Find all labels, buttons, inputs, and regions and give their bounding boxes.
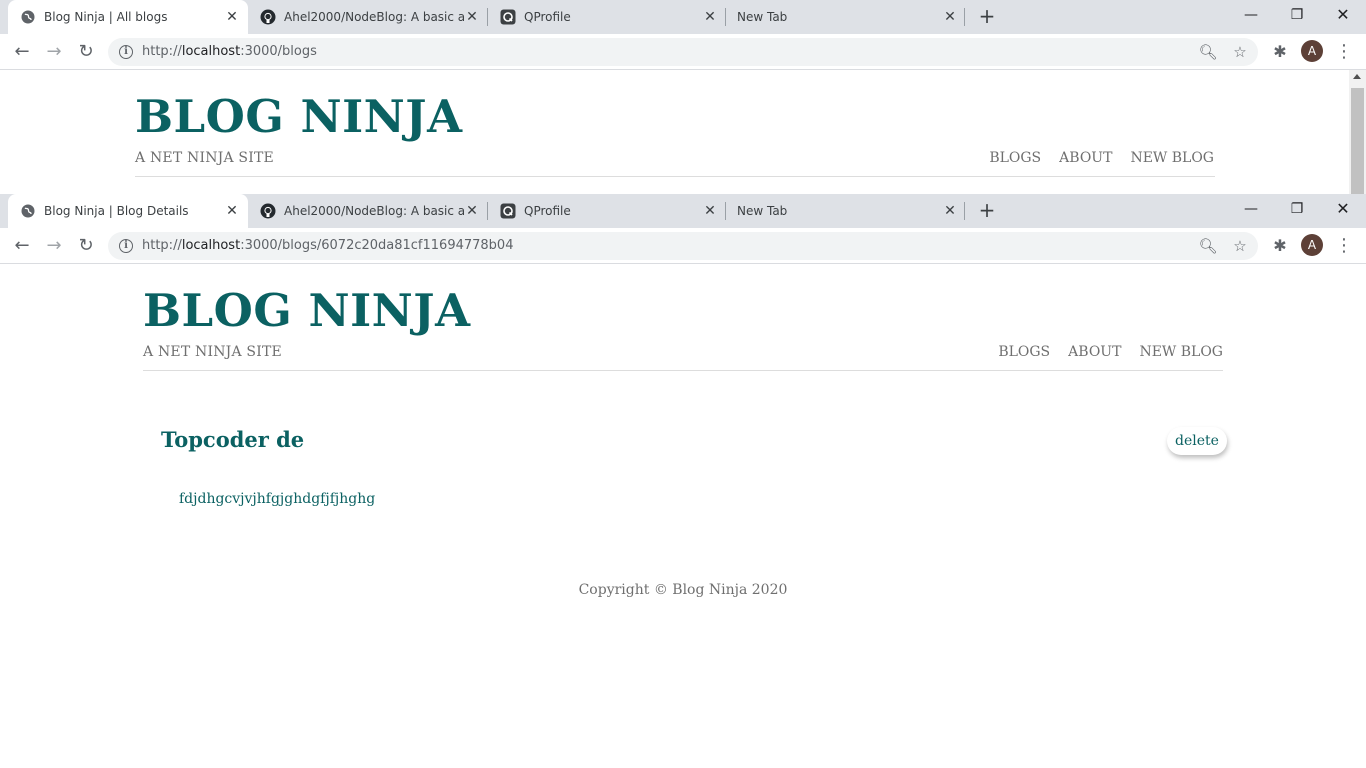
close-icon[interactable]: ✕ bbox=[464, 9, 480, 25]
close-icon[interactable]: ✕ bbox=[464, 203, 480, 219]
tab-qprofile[interactable]: QProfile ✕ bbox=[488, 194, 726, 228]
browser-window-blog-details: Blog Ninja | Blog Details ✕ Ahel2000/Nod… bbox=[0, 194, 1366, 768]
restore-icon[interactable]: ❐ bbox=[1274, 194, 1320, 224]
tab-title: Ahel2000/NodeBlog: A basic app bbox=[284, 204, 464, 218]
window-close-icon[interactable]: ✕ bbox=[1320, 0, 1366, 30]
nav-link-new-blog[interactable]: NEW BLOG bbox=[1139, 344, 1223, 360]
globe-icon bbox=[20, 9, 36, 25]
forward-arrow-icon[interactable]: → bbox=[40, 38, 68, 66]
minimize-icon[interactable]: — bbox=[1228, 194, 1274, 224]
site-subtitle: A NET NINJA SITE bbox=[135, 150, 274, 166]
url-scheme: http:// bbox=[142, 44, 182, 59]
info-icon[interactable]: i bbox=[119, 45, 133, 59]
tab-github[interactable]: Ahel2000/NodeBlog: A basic app ✕ bbox=[248, 0, 488, 34]
browser-window-all-blogs: Blog Ninja | All blogs ✕ Ahel2000/NodeBl… bbox=[0, 0, 1366, 194]
site-title[interactable]: BLOG NINJA bbox=[143, 284, 471, 337]
browser-toolbar: ← → ↻ i http://localhost:3000/blogs/6072… bbox=[0, 228, 1366, 264]
tab-qprofile[interactable]: QProfile ✕ bbox=[488, 0, 726, 34]
reload-icon[interactable]: ↻ bbox=[72, 38, 100, 66]
reload-icon[interactable]: ↻ bbox=[72, 232, 100, 260]
nav-link-blogs[interactable]: BLOGS bbox=[998, 344, 1050, 360]
close-icon[interactable]: ✕ bbox=[942, 9, 958, 25]
site-title[interactable]: BLOG NINJA bbox=[135, 90, 463, 143]
close-icon[interactable]: ✕ bbox=[224, 9, 240, 25]
tab-divider bbox=[964, 202, 965, 220]
qprofile-icon bbox=[500, 203, 516, 219]
restore-icon[interactable]: ❐ bbox=[1274, 0, 1320, 30]
github-icon bbox=[260, 9, 276, 25]
star-icon[interactable]: ☆ bbox=[1230, 236, 1250, 256]
tab-title: QProfile bbox=[524, 204, 571, 218]
minimize-icon[interactable]: — bbox=[1228, 0, 1274, 30]
forward-arrow-icon[interactable]: → bbox=[40, 232, 68, 260]
tab-strip: Blog Ninja | All blogs ✕ Ahel2000/NodeBl… bbox=[0, 0, 1366, 34]
blog-body: fdjdhgcvjvjhfgjghdgfjfjhghg bbox=[179, 491, 376, 507]
tab-title: QProfile bbox=[524, 10, 571, 24]
zoom-icon[interactable]: 🔍︎ bbox=[1198, 236, 1218, 256]
url-host: localhost bbox=[181, 238, 241, 253]
tab-title: Blog Ninja | Blog Details bbox=[44, 204, 189, 218]
avatar[interactable]: A bbox=[1301, 234, 1323, 256]
nav-link-about[interactable]: ABOUT bbox=[1059, 150, 1112, 166]
url-path: :3000/blogs/6072c20da81cf11694778b04 bbox=[240, 238, 514, 253]
browser-toolbar: ← → ↻ i http://localhost:3000/blogs 🔍︎ ☆… bbox=[0, 34, 1366, 70]
tab-new-tab[interactable]: New Tab ✕ bbox=[726, 0, 966, 34]
header-divider bbox=[135, 176, 1215, 177]
close-icon[interactable]: ✕ bbox=[702, 203, 718, 219]
menu-kebab-icon[interactable]: ⋮ bbox=[1330, 232, 1358, 260]
site-nav: BLOGS ABOUT NEW BLOG bbox=[989, 150, 1214, 166]
globe-icon bbox=[20, 203, 36, 219]
nav-link-blogs[interactable]: BLOGS bbox=[989, 150, 1041, 166]
scrollbar[interactable] bbox=[1349, 70, 1366, 194]
info-icon[interactable]: i bbox=[119, 239, 133, 253]
header-divider bbox=[143, 370, 1223, 371]
qprofile-icon bbox=[500, 9, 516, 25]
new-tab-plus-icon[interactable]: + bbox=[976, 199, 998, 221]
tab-blog-details[interactable]: Blog Ninja | Blog Details ✕ bbox=[8, 194, 248, 228]
page-all-blogs: BLOG NINJA A NET NINJA SITE BLOGS ABOUT … bbox=[0, 70, 1366, 194]
tab-all-blogs[interactable]: Blog Ninja | All blogs ✕ bbox=[8, 0, 248, 34]
site-nav: BLOGS ABOUT NEW BLOG bbox=[998, 344, 1223, 360]
url-host: localhost bbox=[181, 44, 241, 59]
menu-kebab-icon[interactable]: ⋮ bbox=[1330, 38, 1358, 66]
tab-new-tab[interactable]: New Tab ✕ bbox=[726, 194, 966, 228]
close-icon[interactable]: ✕ bbox=[702, 9, 718, 25]
page-blog-details: BLOG NINJA A NET NINJA SITE BLOGS ABOUT … bbox=[0, 264, 1366, 768]
address-bar[interactable]: i http://localhost:3000/blogs 🔍︎ ☆ bbox=[108, 38, 1258, 66]
window-close-icon[interactable]: ✕ bbox=[1320, 194, 1366, 224]
tab-divider bbox=[964, 8, 965, 26]
tab-title: Ahel2000/NodeBlog: A basic app bbox=[284, 10, 464, 24]
star-icon[interactable]: ☆ bbox=[1230, 42, 1250, 62]
nav-link-new-blog[interactable]: NEW BLOG bbox=[1130, 150, 1214, 166]
blog-title: Topcoder de bbox=[161, 427, 305, 452]
extensions-puzzle-icon[interactable]: ✱ bbox=[1266, 38, 1294, 66]
tab-strip: Blog Ninja | Blog Details ✕ Ahel2000/Nod… bbox=[0, 194, 1366, 228]
extensions-puzzle-icon[interactable]: ✱ bbox=[1266, 232, 1294, 260]
nav-link-about[interactable]: ABOUT bbox=[1068, 344, 1121, 360]
tab-title: New Tab bbox=[737, 204, 788, 218]
delete-button[interactable]: delete bbox=[1167, 427, 1227, 455]
tab-title: New Tab bbox=[737, 10, 788, 24]
tab-title: Blog Ninja | All blogs bbox=[44, 10, 168, 24]
scroll-up-arrow-icon[interactable] bbox=[1353, 74, 1361, 79]
address-bar[interactable]: i http://localhost:3000/blogs/6072c20da8… bbox=[108, 232, 1258, 260]
close-icon[interactable]: ✕ bbox=[942, 203, 958, 219]
url-path: :3000/blogs bbox=[240, 44, 317, 59]
url-text[interactable]: http://localhost:3000/blogs bbox=[142, 38, 317, 66]
site-footer: Copyright © Blog Ninja 2020 bbox=[578, 582, 788, 598]
new-tab-plus-icon[interactable]: + bbox=[976, 5, 998, 27]
zoom-icon[interactable]: 🔍︎ bbox=[1198, 42, 1218, 62]
url-text[interactable]: http://localhost:3000/blogs/6072c20da81c… bbox=[142, 232, 513, 260]
scrollbar-thumb[interactable] bbox=[1351, 88, 1364, 194]
back-arrow-icon[interactable]: ← bbox=[8, 38, 36, 66]
site-subtitle: A NET NINJA SITE bbox=[143, 344, 282, 360]
tab-github[interactable]: Ahel2000/NodeBlog: A basic app ✕ bbox=[248, 194, 488, 228]
github-icon bbox=[260, 203, 276, 219]
avatar[interactable]: A bbox=[1301, 40, 1323, 62]
close-icon[interactable]: ✕ bbox=[224, 203, 240, 219]
url-scheme: http:// bbox=[142, 238, 182, 253]
back-arrow-icon[interactable]: ← bbox=[8, 232, 36, 260]
